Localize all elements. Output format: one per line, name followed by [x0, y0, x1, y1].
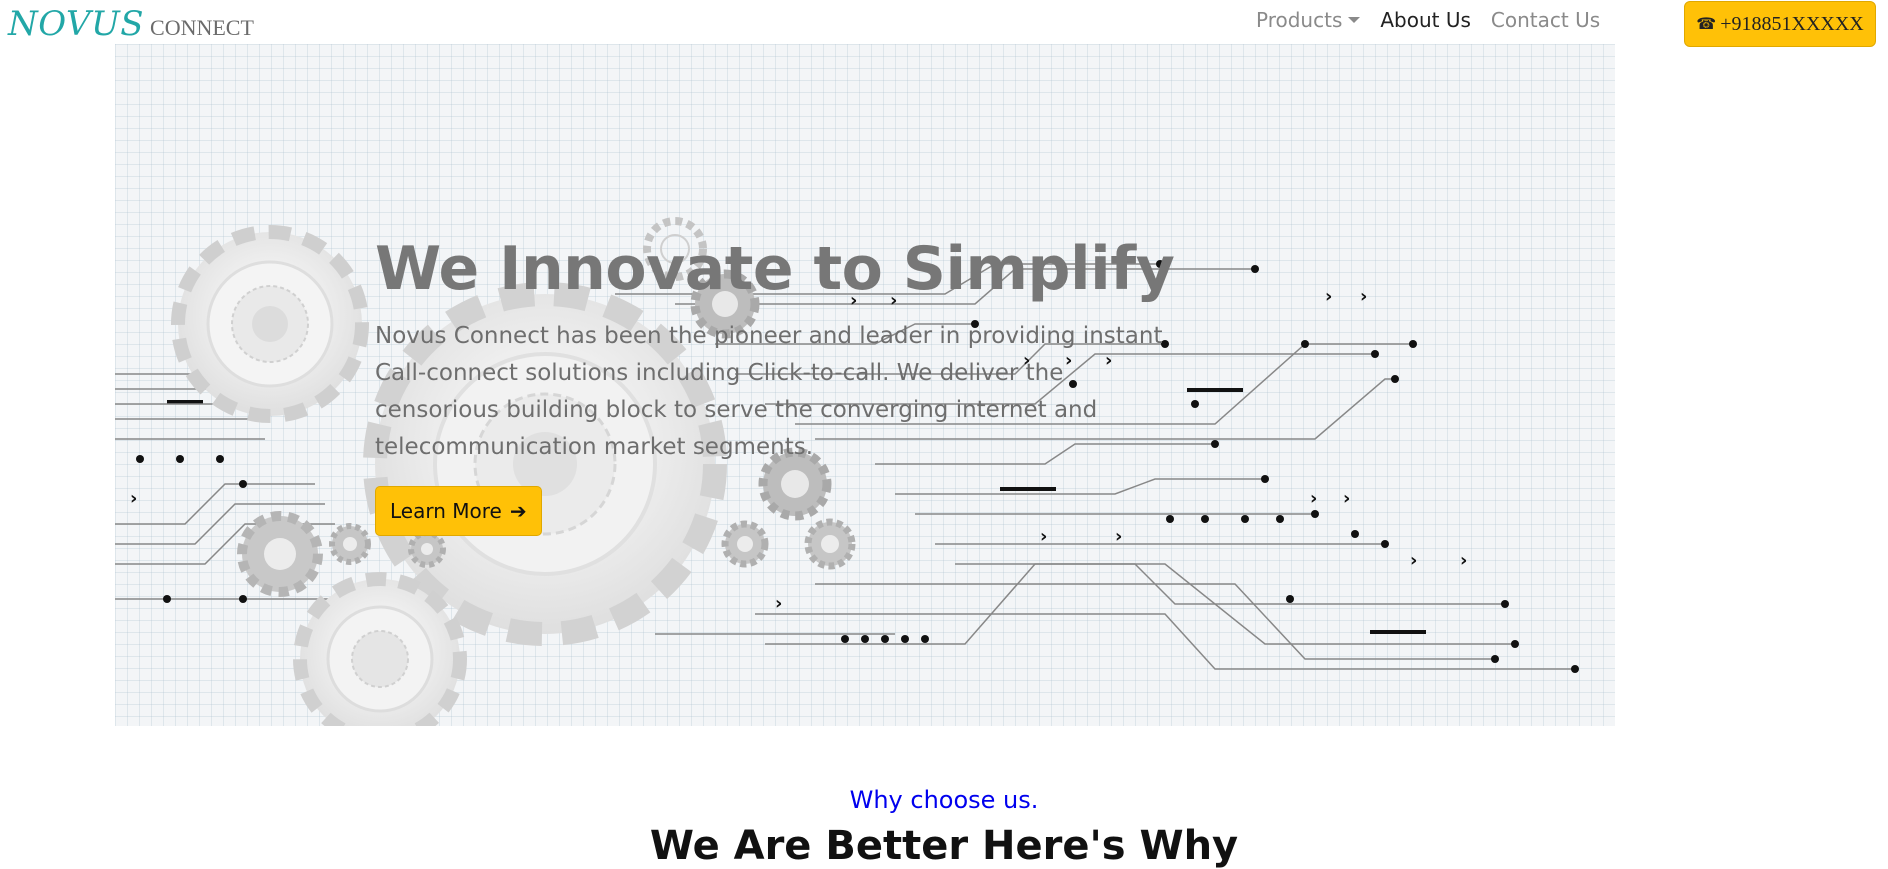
phone-number: +918851XXXXX [1720, 12, 1864, 35]
brand-name: NOVUS [8, 4, 145, 44]
svg-text:›: › [1325, 286, 1332, 307]
main-nav: Products About Us Contact Us [1256, 8, 1600, 32]
svg-text:›: › [1460, 550, 1467, 571]
svg-text:›: › [1360, 286, 1367, 307]
learn-more-label: Learn More [390, 499, 502, 523]
hero-content: We Innovate to Simplify Novus Connect ha… [375, 234, 1195, 536]
nav-products-label: Products [1256, 8, 1343, 32]
nav-contact-us[interactable]: Contact Us [1491, 8, 1600, 32]
brand-logo[interactable]: NOVUS CONNECT [8, 4, 254, 44]
svg-text:›: › [775, 593, 782, 614]
svg-text:›: › [1310, 488, 1317, 509]
caret-down-icon [1348, 16, 1361, 23]
hero-banner: › › › › › › › › › › › › › › › We Innovat… [115, 44, 1615, 726]
section-eyebrow: Why choose us. [849, 786, 1039, 814]
phone-icon: ☎ [1696, 16, 1717, 33]
circuit-dots-left [136, 455, 247, 603]
navbar: NOVUS CONNECT Products About Us Contact … [0, 0, 1888, 47]
brand-subtitle: CONNECT [150, 15, 254, 40]
section-heading: We Are Better Here's Why [649, 823, 1239, 869]
arrow-right-icon: ➔ [509, 499, 527, 523]
hero-title: We Innovate to Simplify [375, 234, 1175, 304]
hero-description: Novus Connect has been the pioneer and l… [375, 323, 1163, 460]
learn-more-button[interactable]: Learn More ➔ [375, 486, 542, 536]
svg-text:›: › [1343, 488, 1350, 509]
phone-call-button[interactable]: ☎ +918851XXXXX [1684, 1, 1876, 47]
svg-text:›: › [130, 488, 137, 509]
svg-text:›: › [1410, 550, 1417, 571]
nav-about-us[interactable]: About Us [1380, 8, 1471, 32]
nav-products-dropdown[interactable]: Products [1256, 8, 1361, 32]
